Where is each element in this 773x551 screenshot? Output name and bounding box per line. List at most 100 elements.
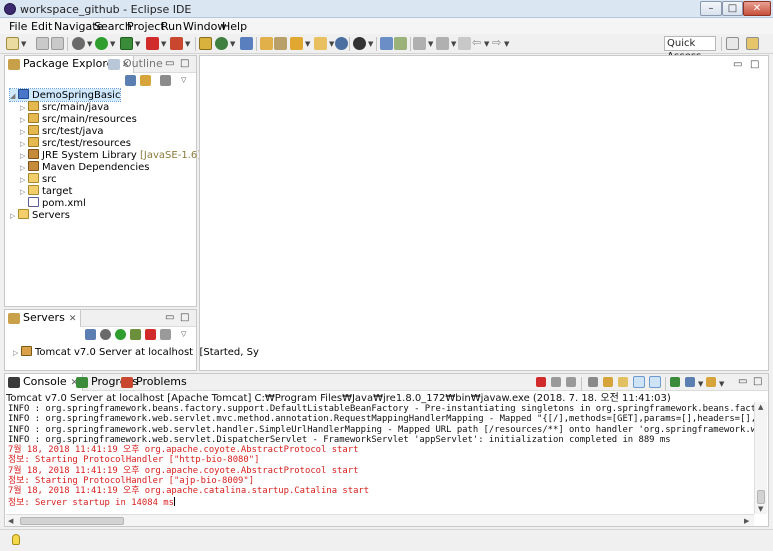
new-java-project-icon[interactable] <box>199 37 212 50</box>
open-task-icon[interactable] <box>314 37 327 50</box>
stop-server-icon[interactable] <box>145 329 156 340</box>
chevron-down-icon[interactable]: ▼ <box>329 40 334 48</box>
scroll-left-icon[interactable]: ◀ <box>8 517 13 525</box>
menu-project[interactable]: Project <box>127 20 165 33</box>
console-vertical-scrollbar[interactable]: ▲ ▼ <box>754 402 767 514</box>
save-icon[interactable] <box>36 37 49 50</box>
view-menu-chevron-icon[interactable]: ▽ <box>181 330 186 338</box>
open-folder-icon[interactable] <box>260 37 273 50</box>
start-server-icon[interactable] <box>115 329 126 340</box>
save-all-icon[interactable] <box>51 37 64 50</box>
pin-console-icon[interactable] <box>670 377 680 387</box>
chevron-down-icon[interactable]: ▼ <box>698 380 703 388</box>
minimize-view-icon[interactable]: ▭ <box>165 312 174 323</box>
scroll-down-icon[interactable]: ▼ <box>758 505 763 513</box>
chevron-down-icon[interactable]: ▼ <box>21 40 26 48</box>
chevron-down-icon[interactable]: ▼ <box>87 40 92 48</box>
toggle-mark-icon[interactable] <box>380 37 393 50</box>
minimize-button[interactable]: – <box>700 1 722 16</box>
close-button[interactable]: ✕ <box>743 1 771 16</box>
publish-icon[interactable] <box>160 329 171 340</box>
quick-access-input[interactable]: Quick Access <box>664 36 716 62</box>
expand-arrow-icon[interactable]: ▷ <box>10 210 18 222</box>
tab-outline[interactable]: Outline <box>105 56 167 73</box>
lightbulb-icon[interactable] <box>12 534 20 545</box>
tree-item[interactable]: ▷ target <box>20 185 72 197</box>
debug-icon[interactable] <box>72 37 85 50</box>
maximize-view-icon[interactable]: □ <box>180 58 189 69</box>
stop-icon[interactable] <box>146 37 159 50</box>
tab-servers[interactable]: Servers ✕ <box>5 310 82 327</box>
display-console-icon[interactable] <box>685 377 695 387</box>
tree-item[interactable]: ▷ src/main/resources <box>20 113 137 125</box>
tree-item[interactable]: pom.xml <box>20 197 86 209</box>
debug-server-icon[interactable] <box>100 329 111 340</box>
focus-icon[interactable] <box>160 75 171 86</box>
new-icon[interactable] <box>6 37 19 50</box>
external-tools-icon[interactable] <box>120 37 133 50</box>
package-icon[interactable] <box>274 37 287 50</box>
chevron-down-icon[interactable]: ▼ <box>428 40 433 48</box>
tree-item[interactable]: ◢ DemoSpringBasic <box>8 88 122 102</box>
menu-edit[interactable]: Edit <box>31 20 52 33</box>
tree-item[interactable]: ▷ src/test/java <box>20 125 104 137</box>
chevron-down-icon[interactable]: ▼ <box>185 40 190 48</box>
next-annotation-icon[interactable] <box>413 37 426 50</box>
user-icon[interactable] <box>353 37 366 50</box>
remove-all-launches-icon[interactable] <box>566 377 576 387</box>
open-type-icon[interactable] <box>240 37 253 50</box>
chevron-down-icon[interactable]: ▼ <box>230 40 235 48</box>
chevron-down-icon[interactable]: ▼ <box>110 40 115 48</box>
chevron-down-icon[interactable]: ▼ <box>484 40 489 48</box>
server-debug-icon[interactable] <box>170 37 183 50</box>
chevron-down-icon[interactable]: ▼ <box>305 40 310 48</box>
server-row[interactable]: ▷ Tomcat v7.0 Server at localhost [Starte… <box>13 346 259 358</box>
clear-console-icon[interactable] <box>588 377 598 387</box>
tree-item[interactable]: ▷ src/test/resources <box>20 137 131 149</box>
collapse-all-icon[interactable] <box>85 329 96 340</box>
last-edit-icon[interactable] <box>458 37 471 50</box>
open-console-icon[interactable] <box>706 377 716 387</box>
remove-launch-icon[interactable] <box>551 377 561 387</box>
prev-annotation-icon[interactable] <box>436 37 449 50</box>
scroll-lock-icon[interactable] <box>603 377 613 387</box>
chevron-down-icon[interactable]: ▼ <box>451 40 456 48</box>
horizontal-scroll-thumb[interactable] <box>20 517 124 525</box>
tree-item[interactable]: ▷ Maven Dependencies <box>20 161 150 173</box>
new-class-icon[interactable] <box>215 37 228 50</box>
tree-item[interactable]: ▷ JRE System Library [JavaSE-1.6] <box>20 149 201 161</box>
minimize-view-icon[interactable]: ▭ <box>165 58 174 69</box>
console-output[interactable]: INFO : org.springframework.beans.factory… <box>8 404 754 516</box>
tree-item[interactable]: ▷ Servers <box>10 209 70 221</box>
menu-file[interactable]: File <box>9 20 27 33</box>
console-horizontal-scrollbar[interactable]: ◀ ▶ <box>6 514 754 526</box>
collapse-arrow-icon[interactable]: ◢ <box>10 90 18 102</box>
vertical-scroll-thumb[interactable] <box>757 490 765 504</box>
tree-item[interactable]: ▷ src <box>20 173 57 185</box>
chevron-down-icon[interactable]: ▼ <box>135 40 140 48</box>
menu-run[interactable]: Run <box>161 20 182 33</box>
terminate-icon[interactable] <box>536 377 546 387</box>
pencil-icon[interactable] <box>290 37 303 50</box>
show-stderr-icon[interactable] <box>649 376 661 388</box>
chevron-down-icon[interactable]: ▼ <box>504 40 509 48</box>
close-icon[interactable]: ✕ <box>69 314 77 324</box>
show-stdout-icon[interactable] <box>633 376 645 388</box>
scroll-up-icon[interactable]: ▲ <box>758 403 763 411</box>
profile-server-icon[interactable] <box>130 329 141 340</box>
menu-window[interactable]: Window <box>183 20 226 33</box>
scroll-right-icon[interactable]: ▶ <box>744 517 749 525</box>
maximize-view-icon[interactable]: □ <box>180 312 189 323</box>
view-menu-chevron-icon[interactable]: ▽ <box>181 76 186 84</box>
minimize-view-icon[interactable]: ▭ <box>738 376 747 387</box>
collapse-all-icon[interactable] <box>125 75 136 86</box>
chevron-down-icon[interactable]: ▼ <box>161 40 166 48</box>
breadcrumb-icon[interactable] <box>394 37 407 50</box>
maximize-view-icon[interactable]: □ <box>753 376 762 387</box>
java-ee-perspective-icon[interactable] <box>746 37 759 50</box>
chevron-down-icon[interactable]: ▼ <box>719 380 724 388</box>
expand-arrow-icon[interactable]: ▷ <box>13 347 21 359</box>
menu-help[interactable]: Help <box>222 20 247 33</box>
minimize-editor-icon[interactable]: ▭ <box>733 59 742 70</box>
tree-item[interactable]: ▷ src/main/java <box>20 101 109 113</box>
